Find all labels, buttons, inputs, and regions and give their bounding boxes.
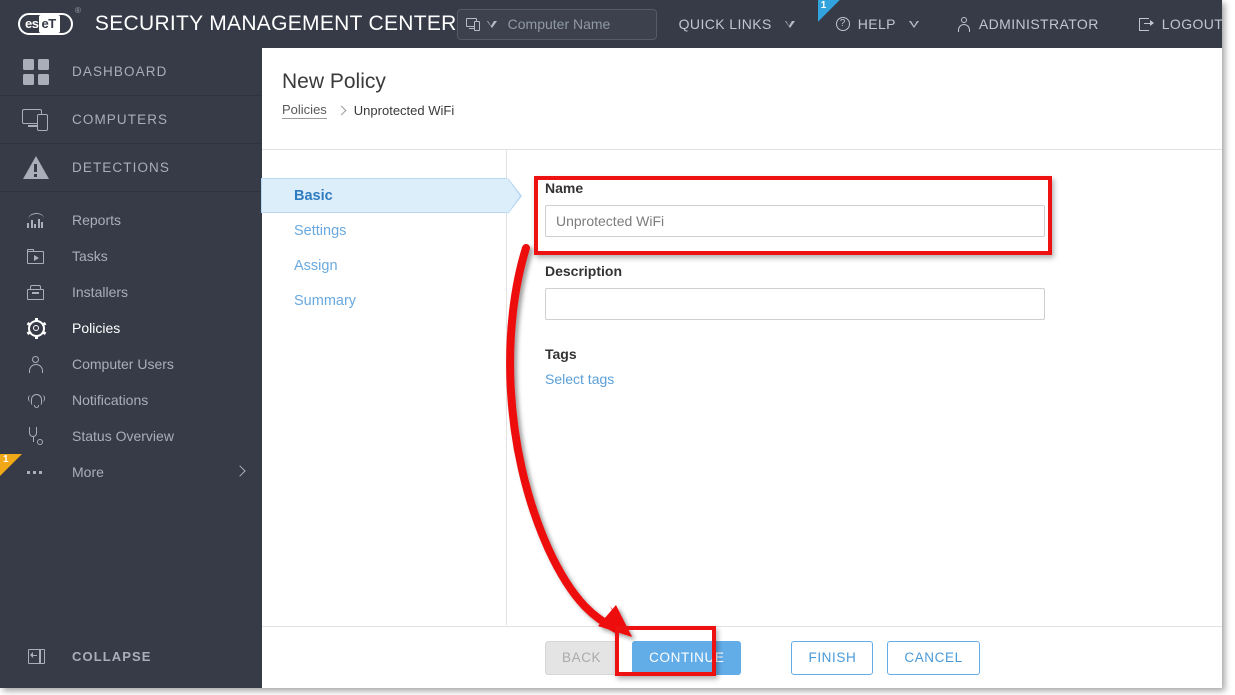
sidebar-item-detections[interactable]: DETECTIONS: [0, 144, 262, 192]
eset-logo-icon: es eT: [18, 13, 73, 35]
sidebar-label-reports: Reports: [72, 212, 122, 228]
name-input[interactable]: [545, 205, 1045, 237]
bell-icon: [27, 392, 45, 409]
logout-label: LOGOUT: [1161, 16, 1222, 32]
computer-search-box[interactable]: [456, 8, 657, 40]
wizard-step-settings[interactable]: Settings: [262, 213, 506, 248]
page-title: New Policy: [282, 70, 386, 93]
wizard-button-bar: BACK CONTINUE FINISH CANCEL: [262, 626, 1222, 688]
logout-button[interactable]: LOGOUT: [1119, 0, 1222, 48]
collapse-sidebar-button[interactable]: COLLAPSE: [0, 638, 262, 674]
name-field-group: Name: [545, 150, 1105, 237]
sidebar-label-more: More: [72, 464, 104, 480]
main-content: New Policy Policies Unprotected WiFi Bas…: [261, 48, 1222, 688]
breadcrumb-link-policies[interactable]: Policies: [282, 102, 327, 119]
sidebar-item-status-overview[interactable]: Status Overview: [0, 418, 262, 454]
sidebar-label-dashboard: DASHBOARD: [72, 64, 168, 79]
logout-icon: [1138, 17, 1154, 31]
sidebar-item-policies[interactable]: Policies: [0, 310, 262, 346]
sidebar-label-computers: COMPUTERS: [72, 112, 169, 127]
sidebar-label-notifications: Notifications: [72, 392, 149, 408]
installer-box-icon: [27, 284, 45, 300]
cancel-button[interactable]: CANCEL: [887, 640, 980, 675]
ellipsis-icon: [27, 470, 45, 474]
sidebar-item-more[interactable]: 1 More: [0, 454, 262, 490]
administrator-menu[interactable]: ADMINISTRATOR: [938, 0, 1119, 48]
description-input[interactable]: [545, 288, 1045, 320]
sidebar-nav: DASHBOARD COMPUTERS DETECTIONS Reports T…: [0, 48, 262, 688]
computer-device-icon: [22, 108, 50, 131]
collapse-label: COLLAPSE: [72, 648, 152, 664]
wizard-step-assign[interactable]: Assign: [262, 248, 506, 283]
chevron-down-icon: [784, 20, 796, 28]
computer-search-area: [456, 0, 657, 48]
tags-label: Tags: [545, 346, 577, 362]
select-tags-link[interactable]: Select tags: [545, 371, 614, 387]
sidebar-item-computers[interactable]: COMPUTERS: [0, 96, 262, 144]
wizard-step-summary-label: Summary: [294, 292, 357, 309]
chevron-right-icon: [336, 105, 347, 116]
finish-button[interactable]: FINISH: [791, 640, 874, 675]
wizard-step-settings-label: Settings: [294, 222, 347, 239]
dashboard-grid-icon: [23, 58, 49, 85]
user-icon: [28, 355, 44, 373]
back-button[interactable]: BACK: [545, 640, 619, 675]
warning-triangle-icon: [23, 156, 49, 179]
sidebar-label-installers: Installers: [72, 284, 129, 300]
question-circle-icon: ?: [835, 17, 850, 31]
wizard-step-basic-label: Basic: [294, 187, 333, 204]
chevron-down-icon: [908, 20, 920, 28]
top-header-bar: es eT ® SECURITY MANAGEMENT CENTER QUICK…: [0, 0, 1222, 48]
description-field-group: Description: [545, 237, 1105, 320]
administrator-label: ADMINISTRATOR: [978, 16, 1099, 32]
sidebar-item-computer-users[interactable]: Computer Users: [0, 346, 262, 382]
task-play-icon: [27, 248, 45, 264]
logo-text-et: eT: [39, 15, 60, 33]
registered-mark: ®: [75, 6, 81, 15]
wizard-step-assign-label: Assign: [294, 257, 338, 274]
logo-text-es: es: [25, 16, 39, 31]
sidebar-item-installers[interactable]: Installers: [0, 274, 262, 310]
gear-icon: [26, 317, 46, 339]
chevron-down-icon[interactable]: [486, 20, 498, 28]
sidebar-item-reports[interactable]: Reports: [0, 202, 262, 238]
wizard-step-list: Basic Settings Assign Summary: [261, 150, 522, 625]
collapse-panel-icon: [27, 648, 45, 664]
sidebar-label-policies: Policies: [72, 320, 121, 336]
stethoscope-icon: [28, 427, 44, 445]
sidebar-item-tasks[interactable]: Tasks: [0, 238, 262, 274]
search-input[interactable]: [507, 16, 648, 32]
sidebar-item-dashboard[interactable]: DASHBOARD: [0, 48, 262, 96]
sidebar-label-status-overview: Status Overview: [72, 428, 174, 444]
sidebar-label-tasks: Tasks: [72, 248, 108, 264]
page-header: New Policy Policies Unprotected WiFi: [262, 48, 1222, 150]
breadcrumb-current: Unprotected WiFi: [353, 103, 455, 118]
sidebar-label-detections: DETECTIONS: [72, 160, 171, 175]
tags-field-group: Tags Select tags: [545, 320, 1105, 389]
help-badge: 1: [817, 0, 840, 22]
eset-smc-window: es eT ® SECURITY MANAGEMENT CENTER QUICK…: [0, 0, 1222, 688]
policy-wizard: Basic Settings Assign Summary Name Unpro…: [261, 150, 1222, 688]
brand-area: es eT ® SECURITY MANAGEMENT CENTER: [0, 0, 457, 48]
policy-basic-form: Name Description Tags Select tags: [545, 150, 1105, 389]
quick-links-label: QUICK LINKS: [678, 16, 772, 32]
app-title: SECURITY MANAGEMENT CENTER: [94, 12, 457, 35]
person-icon: [958, 16, 971, 32]
help-label: HELP: [857, 16, 896, 32]
breadcrumb: Policies Unprotected WiFi: [282, 102, 454, 119]
computer-device-icon: [465, 17, 482, 31]
sidebar-label-computer-users: Computer Users: [72, 356, 174, 372]
sidebar-item-notifications[interactable]: Notifications: [0, 382, 262, 418]
report-chart-icon: [27, 212, 45, 228]
continue-button[interactable]: CONTINUE: [632, 640, 742, 675]
wizard-step-basic[interactable]: Basic: [261, 178, 522, 214]
help-menu[interactable]: 1 ? HELP: [817, 0, 938, 48]
quick-links-menu[interactable]: QUICK LINKS: [657, 0, 818, 48]
name-label: Name: [545, 180, 584, 196]
description-label: Description: [545, 263, 623, 279]
chevron-right-icon: [234, 465, 246, 477]
wizard-step-summary[interactable]: Summary: [262, 283, 506, 318]
